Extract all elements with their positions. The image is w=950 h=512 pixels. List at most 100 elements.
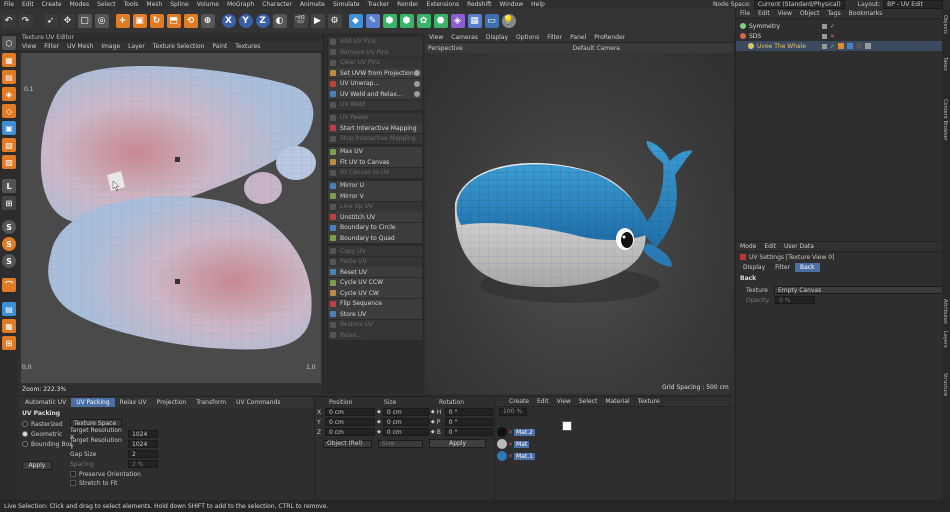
radio-button[interactable] — [22, 441, 28, 447]
menu-spline[interactable]: Spline — [166, 1, 192, 8]
camera-icon[interactable]: ▭ — [484, 14, 499, 28]
redo-icon[interactable]: ↷ — [18, 14, 33, 28]
uv-tools-tab-transform[interactable]: Transform — [191, 398, 231, 407]
box-tool-icon[interactable]: ▣ — [132, 14, 147, 28]
command-copy-uv[interactable]: Copy UV — [328, 246, 422, 256]
spinner-icon[interactable]: ◆ — [377, 429, 381, 435]
right-tab-content-browser[interactable]: Content Browser — [942, 95, 948, 175]
tag-icon[interactable] — [865, 43, 872, 49]
render-settings-icon[interactable]: ⚙ — [327, 14, 342, 28]
stretch-to-fit-checkbox[interactable] — [70, 480, 76, 486]
snap-icon[interactable]: ⊞ — [2, 196, 16, 210]
material-preview-icon[interactable] — [562, 421, 572, 431]
node-space-select[interactable]: Current (Standard/Physical) — [753, 0, 845, 9]
spacing-field[interactable]: 2 % — [128, 460, 158, 468]
move-icon[interactable]: ✥ — [60, 14, 75, 28]
uv-tile-icon[interactable]: ⊞ — [2, 336, 16, 350]
uv-tools-tab-uv-packing[interactable]: UV Packing — [71, 398, 115, 407]
gear-icon[interactable] — [414, 70, 420, 76]
attr-tab-display[interactable]: Display — [738, 263, 770, 272]
menu-character[interactable]: Character — [258, 1, 296, 8]
uv-menu-view[interactable]: View — [18, 43, 40, 50]
axis-mode-icon[interactable]: L — [2, 179, 16, 193]
enabled-check-icon[interactable]: ✕ — [830, 33, 835, 40]
command-fit-canvas-to-uv[interactable]: Fit Canvas to UV — [328, 167, 422, 178]
tag-icon[interactable] — [838, 43, 845, 49]
coordinates-apply-button[interactable]: Apply — [429, 439, 486, 448]
viewport-canvas[interactable] — [425, 53, 733, 394]
command-line-up-uv[interactable]: Line Up UV — [328, 201, 422, 212]
material-menu-create[interactable]: Create — [505, 398, 533, 405]
command-set-uvw-from-projection[interactable]: Set UVW from Projection... — [328, 68, 422, 78]
command-reset-uv[interactable]: Reset UV — [328, 267, 422, 277]
menu-create[interactable]: Create — [38, 1, 66, 8]
size-field[interactable]: 0 cm — [382, 428, 429, 436]
magnet-icon[interactable]: ⌒ — [2, 278, 16, 292]
spinner-icon[interactable]: ◆ — [431, 409, 435, 415]
om-menu-edit[interactable]: Edit — [754, 10, 774, 17]
menu-mograph[interactable]: MoGraph — [223, 1, 258, 8]
right-tab-structure[interactable]: Structure — [942, 369, 948, 409]
menu-mesh[interactable]: Mesh — [142, 1, 166, 8]
attr-menu-mode[interactable]: Mode — [736, 243, 760, 250]
right-tab-takes[interactable]: Takes — [942, 53, 948, 93]
rotate-tool-icon[interactable]: ↻ — [149, 14, 164, 28]
command-uv-peeler[interactable]: UV Peeler — [328, 112, 422, 123]
solo-selection-icon[interactable]: S — [2, 254, 16, 268]
solo-icon[interactable]: S — [2, 220, 16, 234]
object-tool-icon[interactable]: ⬒ — [166, 14, 181, 28]
tag-icon[interactable] — [856, 43, 863, 49]
command-cycle-uv-ccw[interactable]: Cycle UV CCW — [328, 277, 422, 288]
uv-packing-apply-button[interactable]: Apply — [22, 461, 52, 470]
viewport-menu-options[interactable]: Options — [512, 34, 543, 41]
uv-menu-image[interactable]: Image — [97, 43, 124, 50]
viewport-menu-panel[interactable]: Panel — [566, 34, 590, 41]
menu-tracker[interactable]: Tracker — [364, 1, 394, 8]
material-remove-icon[interactable]: ✕ — [508, 453, 513, 460]
uv-polygons-icon[interactable]: ▨ — [2, 155, 16, 169]
boole-icon[interactable]: ⬣ — [433, 14, 448, 28]
command-paste-uv[interactable]: Paste UV — [328, 256, 422, 267]
command-fit-uv-to-canvas[interactable]: Fit UV to Canvas — [328, 157, 422, 167]
uv-tools-tab-uv-commands[interactable]: UV Commands — [231, 398, 285, 407]
viewport-menu-cameras[interactable]: Cameras — [447, 34, 482, 41]
cloner-icon[interactable]: ✿ — [416, 14, 431, 28]
menu-redshift[interactable]: Redshift — [463, 1, 495, 8]
attr-menu-edit[interactable]: Edit — [760, 243, 780, 250]
uv-menu-uv-mesh[interactable]: UV Mesh — [63, 43, 97, 50]
position-field[interactable]: 0 cm — [325, 418, 375, 426]
command-max-uv[interactable]: Max UV — [328, 146, 422, 157]
radio-option[interactable]: Bounding Box — [22, 439, 73, 449]
attr-menu-user-data[interactable]: User Data — [780, 243, 818, 250]
uv-menu-filter[interactable]: Filter — [40, 43, 63, 50]
om-menu-tags[interactable]: Tags — [823, 10, 844, 17]
command-uv-weld-and-relax[interactable]: UV Weld and Relax... — [328, 89, 422, 99]
uv-menu-layer[interactable]: Layer — [124, 43, 149, 50]
material-ball-icon[interactable] — [497, 451, 507, 461]
command-add-uv-pins[interactable]: Add UV Pins — [328, 36, 422, 47]
visibility-icon[interactable] — [822, 23, 827, 29]
menu-window[interactable]: Window — [496, 1, 528, 8]
layout-select[interactable]: BP - UV Edit — [883, 0, 944, 9]
object-row[interactable]: Uvee The Whale ✓ — [736, 41, 950, 51]
y-axis-toggle[interactable]: Y — [238, 14, 253, 28]
coordinate-mode-select[interactable]: Object (Rel) — [323, 439, 373, 448]
live-selection-icon[interactable]: ➹ — [43, 14, 58, 28]
uv-tools-tab-projection[interactable]: Projection — [152, 398, 192, 407]
texture-select[interactable]: Empty Canvas — [773, 286, 944, 294]
command-remove-uv-pins[interactable]: Remove UV Pins — [328, 47, 422, 57]
menu-file[interactable]: File — [0, 1, 18, 8]
spinner-icon[interactable]: ◆ — [431, 419, 435, 425]
rotation-field[interactable]: 0 ° — [444, 428, 493, 436]
size-mode-select[interactable]: Size — [378, 439, 424, 448]
command-boundary-to-circle[interactable]: Boundary to Circle — [328, 222, 422, 233]
cube-icon[interactable]: ◆ — [348, 14, 363, 28]
menu-volume[interactable]: Volume — [193, 1, 223, 8]
uv-tools-tab-automatic-uv[interactable]: Automatic UV — [20, 398, 71, 407]
command-flip-sequence[interactable]: Flip Sequence — [328, 298, 422, 309]
uv-tools-tab-relax-uv[interactable]: Relax UV — [115, 398, 152, 407]
material-ball-icon[interactable] — [497, 439, 507, 449]
position-field[interactable]: 0 cm — [325, 428, 375, 436]
material-menu-view[interactable]: View — [553, 398, 575, 405]
object-row[interactable]: SDS ✕ — [736, 31, 950, 41]
